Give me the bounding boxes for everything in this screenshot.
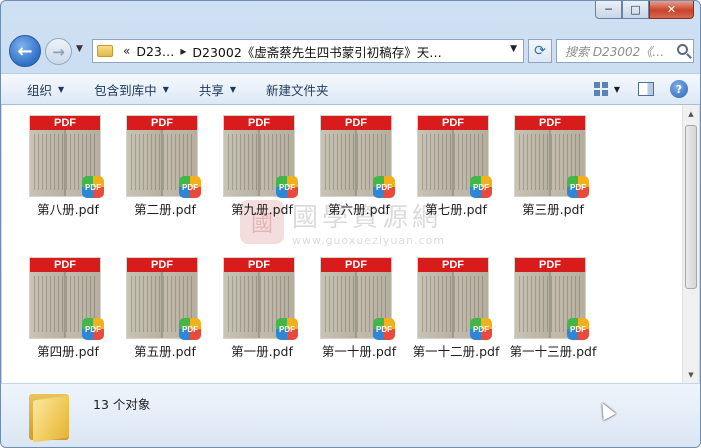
minimize-button[interactable]: ─ — [595, 1, 622, 19]
file-item[interactable]: PDF PDF 第七册.pdf — [412, 115, 502, 227]
close-button[interactable]: ✕ — [649, 1, 694, 19]
file-name: 第一十册.pdf — [321, 344, 397, 359]
scrollbar-thumb[interactable] — [685, 125, 697, 289]
search-input[interactable]: 搜索 D23002《… — [556, 39, 694, 63]
scroll-up-icon[interactable]: ▲ — [683, 105, 699, 122]
pdf-app-icon: PDF — [82, 318, 104, 340]
pdf-label: PDF — [224, 116, 294, 130]
view-options-dropdown[interactable]: ▼ — [614, 85, 620, 94]
file-name: 第一十二册.pdf — [412, 344, 500, 359]
file-item[interactable]: PDF PDF 第二册.pdf — [121, 115, 211, 227]
recent-pages-dropdown[interactable]: ▼ — [76, 44, 83, 54]
file-name: 第三册.pdf — [522, 202, 584, 217]
file-item[interactable]: PDF PDF 第一十二册.pdf — [412, 257, 502, 369]
include-in-library-menu[interactable]: 包含到库中 ▼ — [94, 80, 169, 99]
pdf-app-icon: PDF — [567, 318, 589, 340]
file-item[interactable]: PDF PDF 第四册.pdf — [24, 257, 114, 369]
forward-button[interactable]: → — [45, 38, 72, 65]
search-placeholder: 搜索 D23002《… — [565, 44, 665, 59]
navigation-bar: ← → ▼ « D23… ▸ D23002《虚斋蔡先生四书蒙引初稿存》天… ▼ … — [9, 35, 694, 67]
refresh-icon: ⟳ — [534, 43, 546, 59]
pdf-label: PDF — [127, 116, 197, 130]
pdf-label: PDF — [321, 116, 391, 130]
organize-menu[interactable]: 组织 ▼ — [27, 80, 64, 99]
pdf-app-icon: PDF — [276, 176, 298, 198]
chevron-down-icon: ▼ — [162, 84, 169, 94]
file-name: 第八册.pdf — [37, 202, 99, 217]
file-name: 第四册.pdf — [37, 344, 99, 359]
change-view-icon[interactable] — [593, 82, 608, 96]
file-name: 第七册.pdf — [425, 202, 487, 217]
breadcrumb-separator[interactable]: ▸ — [180, 44, 186, 58]
refresh-button[interactable]: ⟳ — [528, 39, 552, 63]
pdf-app-icon: PDF — [373, 176, 395, 198]
preview-pane-icon[interactable] — [638, 82, 654, 96]
pdf-label: PDF — [515, 258, 585, 272]
file-name: 第九册.pdf — [231, 202, 293, 217]
pdf-app-icon: PDF — [470, 176, 492, 198]
pdf-label: PDF — [30, 258, 100, 272]
chevron-down-icon: ▼ — [58, 84, 65, 94]
pdf-app-icon: PDF — [276, 318, 298, 340]
pdf-label: PDF — [321, 258, 391, 272]
pdf-label: PDF — [515, 116, 585, 130]
breadcrumb-overflow[interactable]: « — [123, 44, 130, 58]
folder-icon — [29, 392, 69, 443]
pdf-label: PDF — [127, 258, 197, 272]
include-in-library-label: 包含到库中 — [94, 82, 157, 98]
file-item[interactable]: PDF PDF 第三册.pdf — [509, 115, 599, 227]
forward-arrow-icon: → — [52, 42, 65, 61]
share-label: 共享 — [198, 82, 224, 98]
vertical-scrollbar[interactable]: ▲ ▼ — [682, 105, 699, 383]
file-item[interactable]: PDF PDF 第九册.pdf — [218, 115, 308, 227]
back-arrow-icon: ← — [17, 40, 33, 62]
search-icon[interactable] — [677, 44, 688, 55]
share-menu[interactable]: 共享 ▼ — [199, 80, 236, 99]
details-pane: 13 个对象 — [1, 383, 700, 447]
maximize-button[interactable]: □ — [622, 1, 649, 19]
file-item[interactable]: PDF PDF 第八册.pdf — [24, 115, 114, 227]
command-bar: 组织 ▼ 包含到库中 ▼ 共享 ▼ 新建文件夹 ▼ ? — [1, 73, 700, 105]
mouse-cursor-icon — [596, 399, 616, 421]
pdf-label: PDF — [224, 258, 294, 272]
scroll-down-icon[interactable]: ▼ — [683, 366, 699, 383]
pdf-app-icon: PDF — [567, 176, 589, 198]
pdf-label: PDF — [30, 116, 100, 130]
view-controls: ▼ ? — [593, 80, 688, 98]
pdf-app-icon: PDF — [82, 176, 104, 198]
pdf-app-icon: PDF — [179, 318, 201, 340]
file-name: 第一册.pdf — [231, 344, 293, 359]
file-name: 第一十三册.pdf — [509, 344, 597, 359]
item-count: 13 个对象 — [93, 397, 151, 412]
file-item[interactable]: PDF PDF 第一册.pdf — [218, 257, 308, 369]
back-button[interactable]: ← — [9, 35, 41, 67]
watermark-url: www.guoxueziyuan.com — [292, 234, 446, 247]
file-item[interactable]: PDF PDF 第五册.pdf — [121, 257, 211, 369]
breadcrumb-item[interactable]: D23… — [136, 44, 174, 59]
caption-buttons: ─ □ ✕ — [595, 1, 694, 19]
pdf-app-icon: PDF — [470, 318, 492, 340]
new-folder-button[interactable]: 新建文件夹 — [266, 80, 329, 99]
file-list: 國 國學資源網 www.guoxueziyuan.com PDF PDF 第八册.p… — [2, 105, 699, 383]
breadcrumb-item[interactable]: D23002《虚斋蔡先生四书蒙引初稿存》天… — [192, 42, 441, 61]
organize-label: 组织 — [27, 82, 53, 98]
pdf-label: PDF — [418, 258, 488, 272]
file-item[interactable]: PDF PDF 第六册.pdf — [315, 115, 405, 227]
file-name: 第六册.pdf — [328, 202, 390, 217]
pdf-app-icon: PDF — [179, 176, 201, 198]
chevron-down-icon: ▼ — [229, 84, 237, 94]
file-name: 第五册.pdf — [134, 344, 196, 359]
folder-icon — [97, 45, 113, 57]
file-item[interactable]: PDF PDF 第一十册.pdf — [315, 257, 405, 369]
new-folder-label: 新建文件夹 — [266, 82, 329, 98]
file-name: 第二册.pdf — [134, 202, 196, 217]
explorer-window: ─ □ ✕ ← → ▼ « D23… ▸ D23002《虚斋蔡先生四书蒙引初稿存… — [0, 0, 701, 448]
help-icon[interactable]: ? — [670, 80, 688, 98]
address-dropdown[interactable]: ▼ — [510, 44, 517, 54]
address-bar[interactable]: « D23… ▸ D23002《虚斋蔡先生四书蒙引初稿存》天… ▼ — [92, 39, 524, 63]
pdf-label: PDF — [418, 116, 488, 130]
pdf-app-icon: PDF — [373, 318, 395, 340]
file-item[interactable]: PDF PDF 第一十三册.pdf — [509, 257, 599, 369]
